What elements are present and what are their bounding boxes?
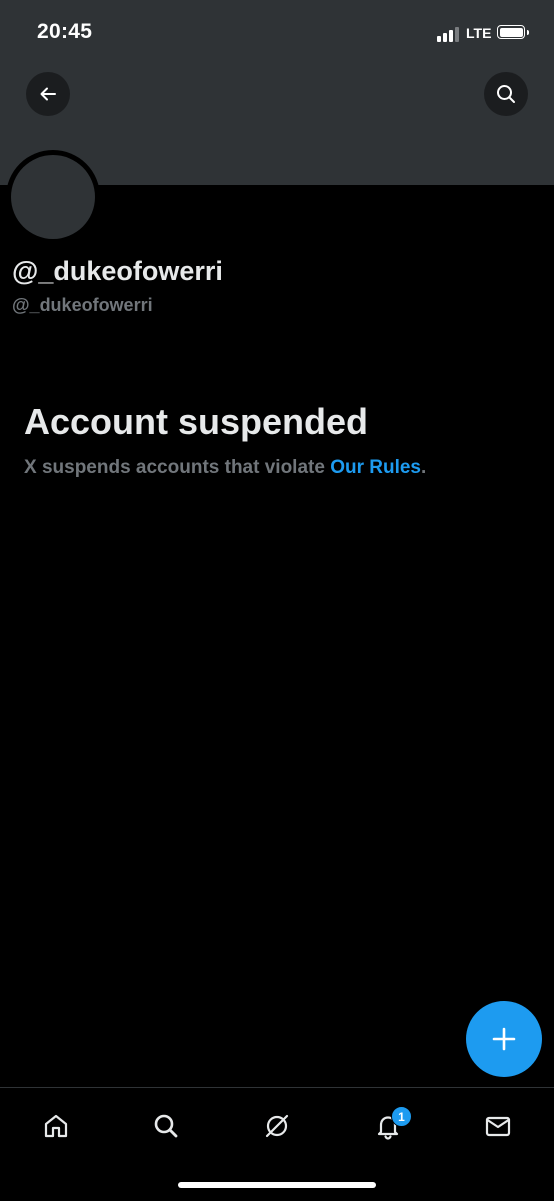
home-indicator[interactable] xyxy=(178,1182,376,1188)
avatar-placeholder xyxy=(11,155,95,239)
search-icon xyxy=(497,85,515,103)
status-time: 20:45 xyxy=(37,20,93,43)
compose-button[interactable] xyxy=(466,1001,542,1077)
nav-messages[interactable] xyxy=(478,1106,518,1146)
search-icon xyxy=(154,1114,178,1138)
nav-explore[interactable] xyxy=(146,1106,186,1146)
suspension-description-period: . xyxy=(421,457,427,478)
network-type: LTE xyxy=(466,25,492,41)
back-button[interactable] xyxy=(26,72,70,116)
suspension-description: X suspends accounts that violate Our Rul… xyxy=(24,457,426,479)
messages-icon xyxy=(485,1116,511,1137)
search-button[interactable] xyxy=(484,72,528,116)
signal-strength-icon xyxy=(437,26,463,42)
arrow-left-icon xyxy=(40,87,56,101)
plus-icon xyxy=(492,1027,516,1051)
home-icon xyxy=(44,1114,68,1138)
suspension-description-text: X suspends accounts that violate xyxy=(24,457,331,478)
nav-home[interactable] xyxy=(36,1106,76,1146)
our-rules-link[interactable]: Our Rules xyxy=(330,457,421,478)
nav-grok[interactable] xyxy=(257,1106,297,1146)
notification-badge: 1 xyxy=(391,1106,412,1127)
profile-handle: @_dukeofowerri xyxy=(12,295,153,315)
grok-icon xyxy=(265,1114,289,1138)
status-bar: 20:45 LTE xyxy=(0,0,554,60)
suspension-title: Account suspended xyxy=(24,401,369,442)
battery-icon xyxy=(497,25,529,39)
avatar[interactable] xyxy=(6,150,100,244)
nav-notifications[interactable]: 1 xyxy=(368,1106,412,1146)
profile-display-name: @_dukeofowerri xyxy=(12,256,223,286)
